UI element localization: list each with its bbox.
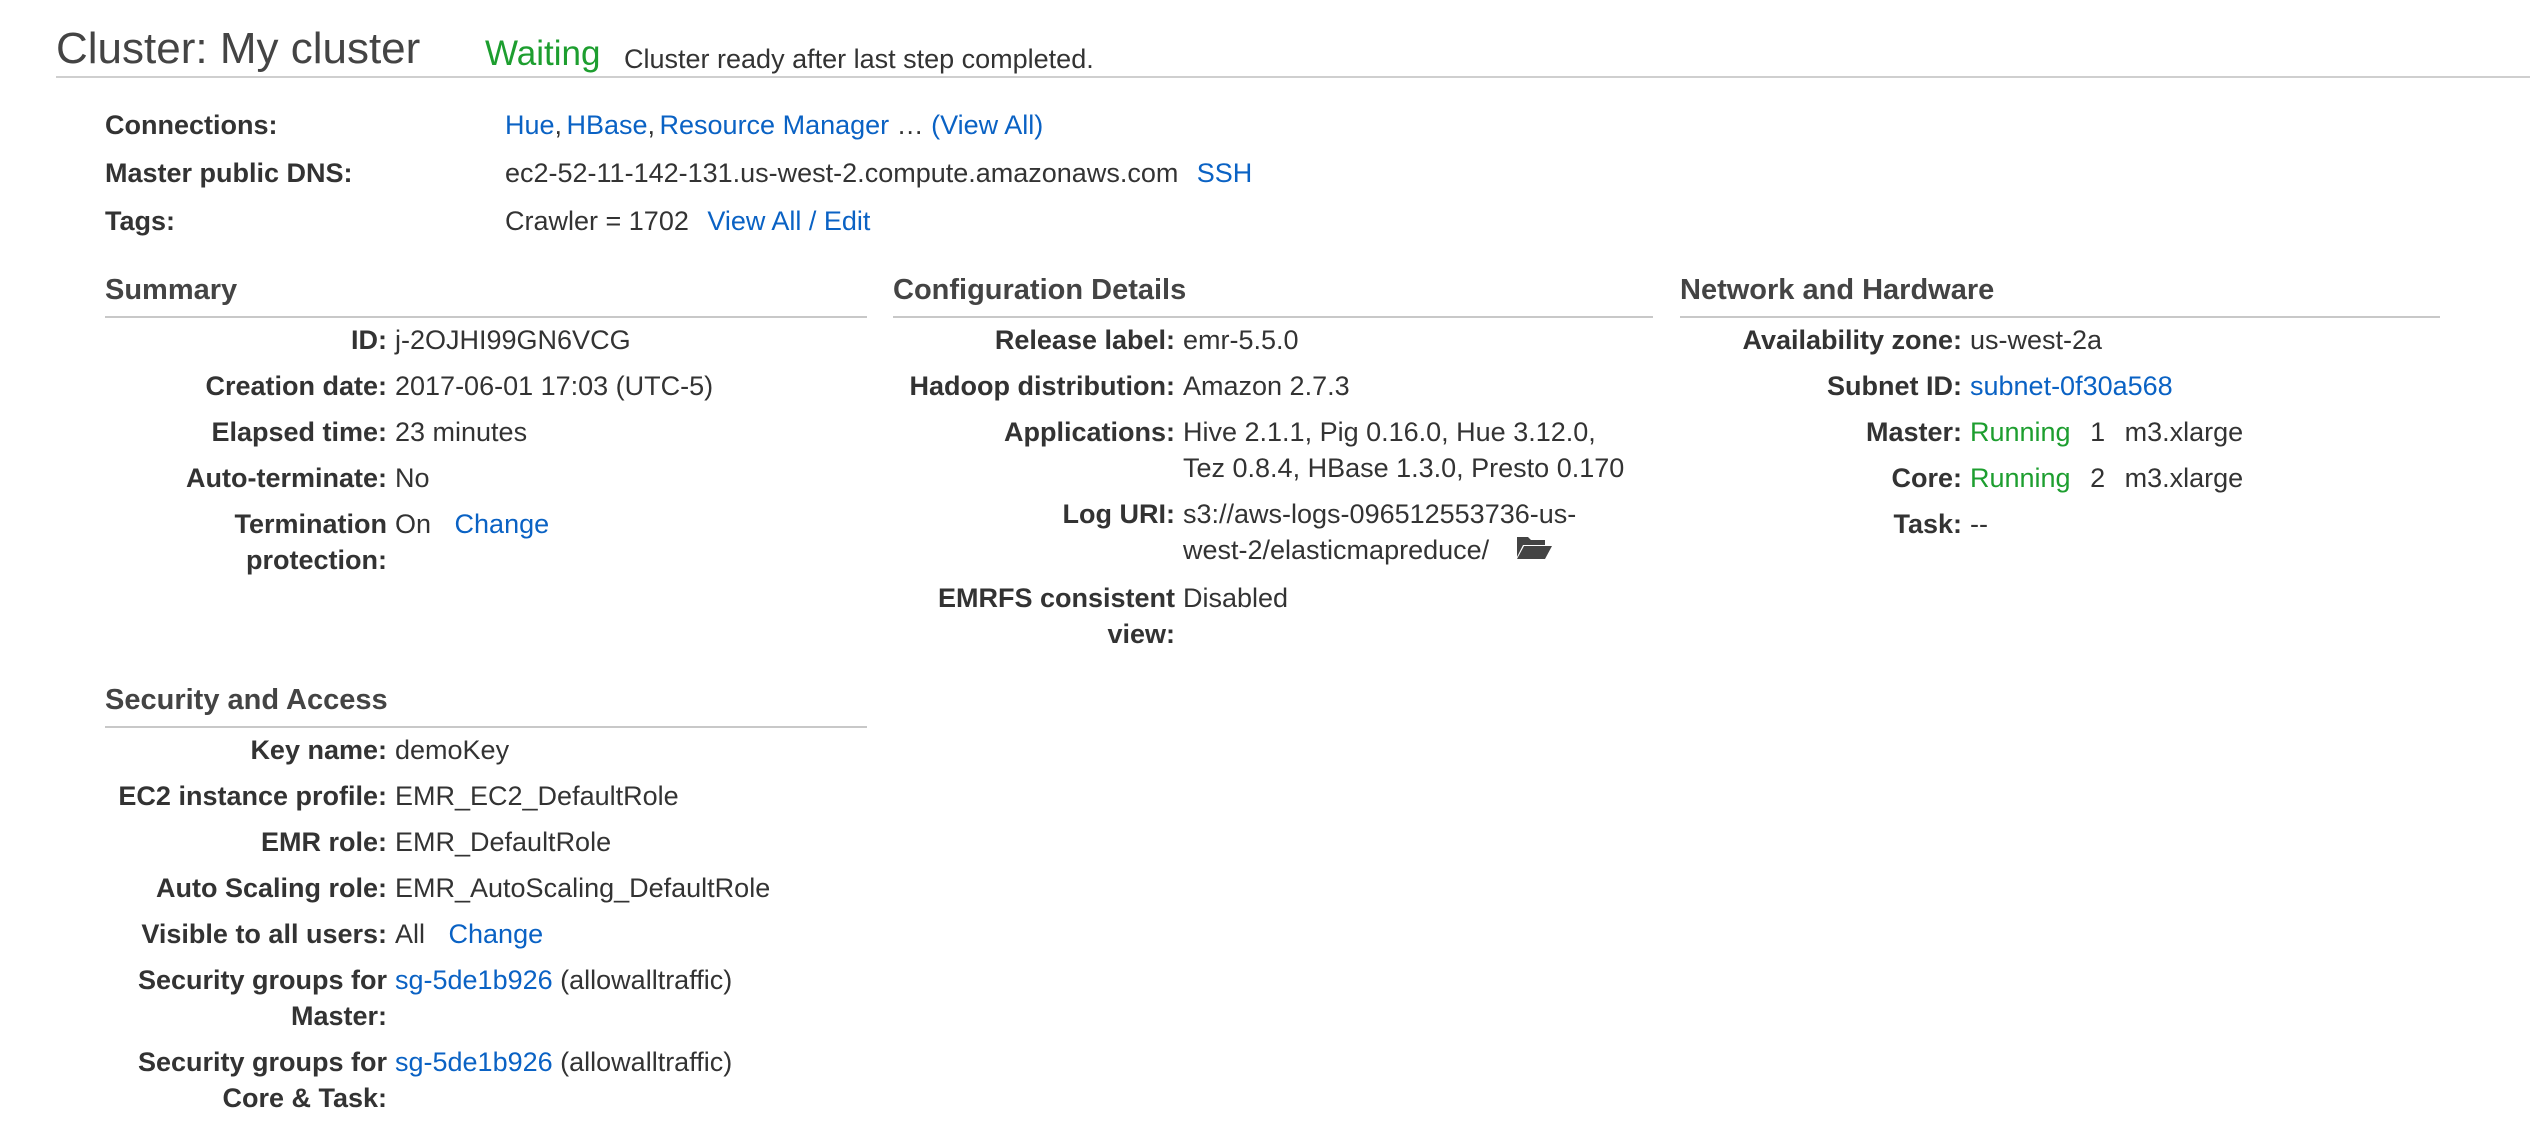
master-dns-row: Master public DNS: ec2-52-11-142-131.us-… [105, 158, 1505, 198]
core-instance-row: Core: Running 2 m3.xlarge [1891, 463, 2244, 493]
release-label-value: emr-5.5.0 [1183, 325, 1299, 355]
master-dns-value: ec2-52-11-142-131.us-west-2.compute.amaz… [505, 158, 1179, 188]
configuration-heading: Configuration Details [893, 274, 1653, 318]
security-heading: Security and Access [105, 684, 867, 728]
creation-date: 2017-06-01 17:03 (UTC-5) [395, 371, 714, 401]
master-type: m3.xlarge [2124, 417, 2244, 447]
hue-link[interactable]: Hue [505, 110, 555, 140]
connections-values: Hue, HBase, Resource Manager … (View All… [505, 110, 1044, 140]
master-count: 1 [2090, 417, 2106, 447]
tags-edit-link[interactable]: View All / Edit [707, 206, 870, 236]
folder-open-icon[interactable] [1515, 533, 1553, 570]
sg-master-link[interactable]: sg-5de1b926 [395, 965, 553, 995]
cluster-status-message: Cluster ready after last step completed. [624, 44, 1094, 74]
emr-role-row: EMR role: EMR_DefaultRole [105, 824, 611, 860]
ssh-link[interactable]: SSH [1197, 158, 1253, 188]
task-value: -- [1970, 509, 1988, 539]
emrfs-row: EMRFS consistent view: Disabled [893, 580, 1288, 652]
tags-value: Crawler = 1702 [505, 206, 689, 236]
core-type: m3.xlarge [2124, 463, 2244, 493]
summary-id-row: ID: j-2OJHI99GN6VCG [105, 322, 631, 358]
connections-row: Connections: Hue, HBase, Resource Manage… [105, 110, 1505, 150]
emr-role-value: EMR_DefaultRole [395, 827, 612, 857]
sg-core-name: (allowalltraffic) [560, 1047, 733, 1077]
cluster-details-page: Cluster: My cluster Waiting Cluster read… [0, 0, 2530, 1140]
termination-protection-value: On [395, 509, 432, 539]
page-title: Cluster: My cluster [56, 24, 421, 73]
cluster-header: Cluster: My cluster Waiting Cluster read… [56, 24, 2530, 78]
hadoop-row: Hadoop distribution: Amazon 2.7.3 [893, 368, 1350, 404]
sg-core-row: Security groups for Core & Task: sg-5de1… [137, 1047, 733, 1113]
subnet-link[interactable]: subnet-0f30a568 [1970, 371, 2173, 401]
key-name-row: Key name: demoKey [105, 732, 509, 768]
log-uri-row: Log URI: s3://aws-logs-096512553736-us- … [893, 496, 1577, 570]
visible-users-value: All [395, 919, 426, 949]
autoscaling-role-row: Auto Scaling role: EMR_AutoScaling_Defau… [105, 870, 770, 906]
log-uri-value: s3://aws-logs-096512553736-us- west-2/el… [1183, 496, 1576, 570]
autoscaling-role-value: EMR_AutoScaling_DefaultRole [395, 873, 771, 903]
network-heading: Network and Hardware [1680, 274, 2440, 318]
subnet-row: Subnet ID: subnet-0f30a568 [1827, 371, 2173, 401]
visible-users-row: Visible to all users: All Change [141, 919, 544, 949]
hadoop-distribution-value: Amazon 2.7.3 [1183, 371, 1350, 401]
sg-master-row: Security groups for Master: sg-5de1b926 … [137, 965, 733, 1031]
summary-heading: Summary [105, 274, 867, 318]
connections-label: Connections: [105, 110, 278, 140]
cluster-id: j-2OJHI99GN6VCG [395, 325, 631, 355]
task-instance-row: Task: -- [1680, 506, 1988, 542]
master-dns-label: Master public DNS: [105, 158, 353, 188]
summary-termination-row: Termination protection: On Change [234, 509, 550, 575]
elapsed-time: 23 minutes [395, 417, 528, 447]
applications-row: Applications: Hive 2.1.1, Pig 0.16.0, Hu… [893, 414, 1624, 486]
sg-master-name: (allowalltraffic) [560, 965, 733, 995]
termination-protection-change-link[interactable]: Change [455, 509, 550, 539]
master-status: Running [1970, 417, 2071, 447]
availability-zone-value: us-west-2a [1970, 325, 2103, 355]
tags-row: Tags: Crawler = 1702 View All / Edit [105, 206, 1505, 246]
summary-autoterm-row: Auto-terminate: No [105, 460, 430, 496]
visible-users-change-link[interactable]: Change [449, 919, 544, 949]
sg-core-link[interactable]: sg-5de1b926 [395, 1047, 553, 1077]
auto-terminate-value: No [395, 463, 430, 493]
core-count: 2 [2090, 463, 2106, 493]
tags-label: Tags: [105, 206, 176, 236]
key-name-value: demoKey [395, 735, 510, 765]
summary-creation-row: Creation date: 2017-06-01 17:03 (UTC-5) [105, 368, 713, 404]
emrfs-value: Disabled [1183, 583, 1289, 613]
ec2-profile-row: EC2 instance profile: EMR_EC2_DefaultRol… [105, 778, 679, 814]
hbase-link[interactable]: HBase [567, 110, 648, 140]
resource-manager-link[interactable]: Resource Manager [660, 110, 890, 140]
cluster-status: Waiting [485, 34, 601, 73]
view-all-connections-link[interactable]: (View All) [931, 110, 1043, 140]
summary-elapsed-row: Elapsed time: 23 minutes [105, 414, 527, 450]
availability-zone-row: Availability zone: us-west-2a [1680, 322, 2102, 358]
master-instance-row: Master: Running 1 m3.xlarge [1865, 417, 2244, 447]
release-label-row: Release label: emr-5.5.0 [893, 322, 1299, 358]
ec2-profile-value: EMR_EC2_DefaultRole [395, 781, 679, 811]
applications-value: Hive 2.1.1, Pig 0.16.0, Hue 3.12.0, Tez … [1183, 417, 1625, 483]
core-status: Running [1970, 463, 2071, 493]
